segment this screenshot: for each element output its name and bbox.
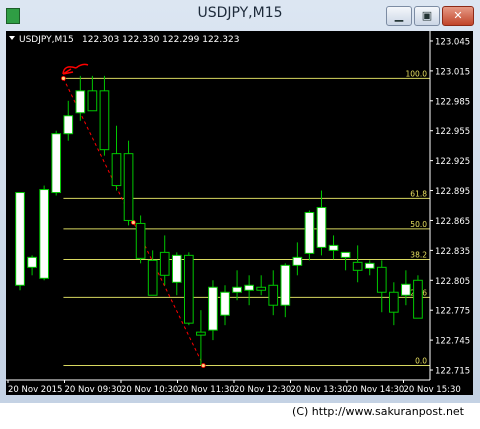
anchor-point[interactable] — [200, 363, 206, 368]
price-tick-label: 122.775 — [435, 307, 470, 317]
anchor-point[interactable] — [130, 220, 136, 225]
fib-level-label: 38.2 — [410, 251, 427, 260]
candle-body — [111, 153, 122, 187]
candle-body — [63, 115, 74, 135]
candle-body — [135, 222, 146, 259]
candle-body — [87, 90, 98, 112]
candle-body — [340, 251, 351, 258]
time-tick-label: 20 Nov 10:30 — [121, 385, 178, 395]
time-tick-label: 20 Nov 12:30 — [234, 385, 291, 395]
candle-body — [256, 286, 267, 291]
chart-canvas[interactable]: 100.061.850.038.223.60.0 123.045123.0151… — [6, 31, 473, 395]
price-tick-label: 122.895 — [435, 187, 470, 197]
candle-body — [220, 291, 230, 316]
price-tick-label: 122.715 — [435, 367, 470, 377]
close-button[interactable]: ✕ — [442, 6, 474, 26]
price-tick-label: 122.985 — [435, 97, 470, 107]
candle-body — [244, 284, 254, 291]
fib-level-label: 0.0 — [415, 357, 427, 366]
axes: 123.045 123.015 122.985 122.955 122.925 122.8… — [6, 31, 470, 395]
candle-body — [15, 192, 25, 286]
fib-level-label: 50.0 — [410, 220, 427, 229]
candle-body — [123, 153, 134, 221]
candle-body — [328, 244, 339, 251]
time-tick-label: 20 Nov 14:30 — [347, 385, 404, 395]
candle-body — [232, 286, 242, 293]
price-tick-label: 123.045 — [435, 37, 470, 47]
candle-body — [147, 259, 158, 296]
anchor-point[interactable] — [61, 75, 66, 81]
candle-body — [51, 133, 62, 194]
price-tick-label: 122.865 — [435, 217, 470, 227]
candle-body — [208, 286, 218, 331]
candle-body — [292, 256, 303, 266]
time-tick-label: 20 Nov 13:30 — [291, 385, 348, 395]
price-tick-label: 123.015 — [435, 67, 470, 77]
candle-body — [316, 206, 327, 248]
price-tick-label: 122.925 — [435, 157, 470, 167]
time-tick-label: 20 Nov 2015 — [8, 385, 62, 395]
candle-body — [39, 189, 49, 279]
candle-body — [99, 90, 110, 151]
chevron-down-icon[interactable] — [9, 36, 15, 40]
title-bar[interactable]: USDJPY,M15 ▁ ▣ ✕ — [0, 0, 480, 30]
time-tick-label: 20 Nov 09:30 — [65, 385, 122, 395]
fibonacci-trend-line[interactable] — [61, 75, 206, 368]
candle-body — [376, 266, 387, 293]
candle-body — [159, 251, 170, 276]
red-annotation-mark — [62, 63, 89, 75]
price-tick-label: 122.835 — [435, 247, 470, 257]
minimize-button[interactable]: ▁ — [386, 6, 412, 26]
price-tick-label: 122.745 — [435, 337, 470, 347]
candles — [15, 75, 423, 366]
time-tick-label: 20 Nov 15:30 — [404, 385, 461, 395]
candle-body — [280, 264, 291, 306]
price-tick-label: 122.805 — [435, 277, 470, 287]
fibonacci-retracement[interactable]: 100.061.850.038.223.60.0 — [63, 69, 430, 367]
candle-body — [401, 283, 411, 296]
candle-body — [304, 211, 315, 254]
footer: (C) http://www.sakuranpost.net — [0, 403, 480, 429]
candle-body — [183, 254, 194, 324]
fib-level-label: 100.0 — [406, 69, 428, 78]
symbol-label: USDJPY,M15 — [19, 35, 74, 45]
candle-body — [196, 331, 206, 336]
candle-body — [413, 279, 423, 319]
restore-button[interactable]: ▣ — [414, 6, 440, 26]
price-chart[interactable]: 100.061.850.038.223.60.0 123.045123.0151… — [6, 31, 473, 395]
price-tick-label: 122.955 — [435, 127, 470, 137]
copyright-credit: (C) http://www.sakuranpost.net — [292, 405, 464, 418]
candle-body — [171, 254, 182, 283]
chart-window: USDJPY,M15 ▁ ▣ ✕ 100.061.850.038.223.60.… — [0, 0, 480, 403]
candle-body — [352, 261, 363, 271]
candle-body — [388, 291, 399, 313]
candle-body — [268, 284, 279, 306]
candle-body — [364, 262, 375, 269]
fib-level-label: 61.8 — [410, 189, 427, 198]
time-tick-label: 20 Nov 11:30 — [178, 385, 235, 395]
candle-body — [75, 90, 86, 114]
candle-body — [27, 256, 37, 268]
ohlc-readout: 122.303 122.330 122.299 122.323 — [82, 35, 239, 45]
